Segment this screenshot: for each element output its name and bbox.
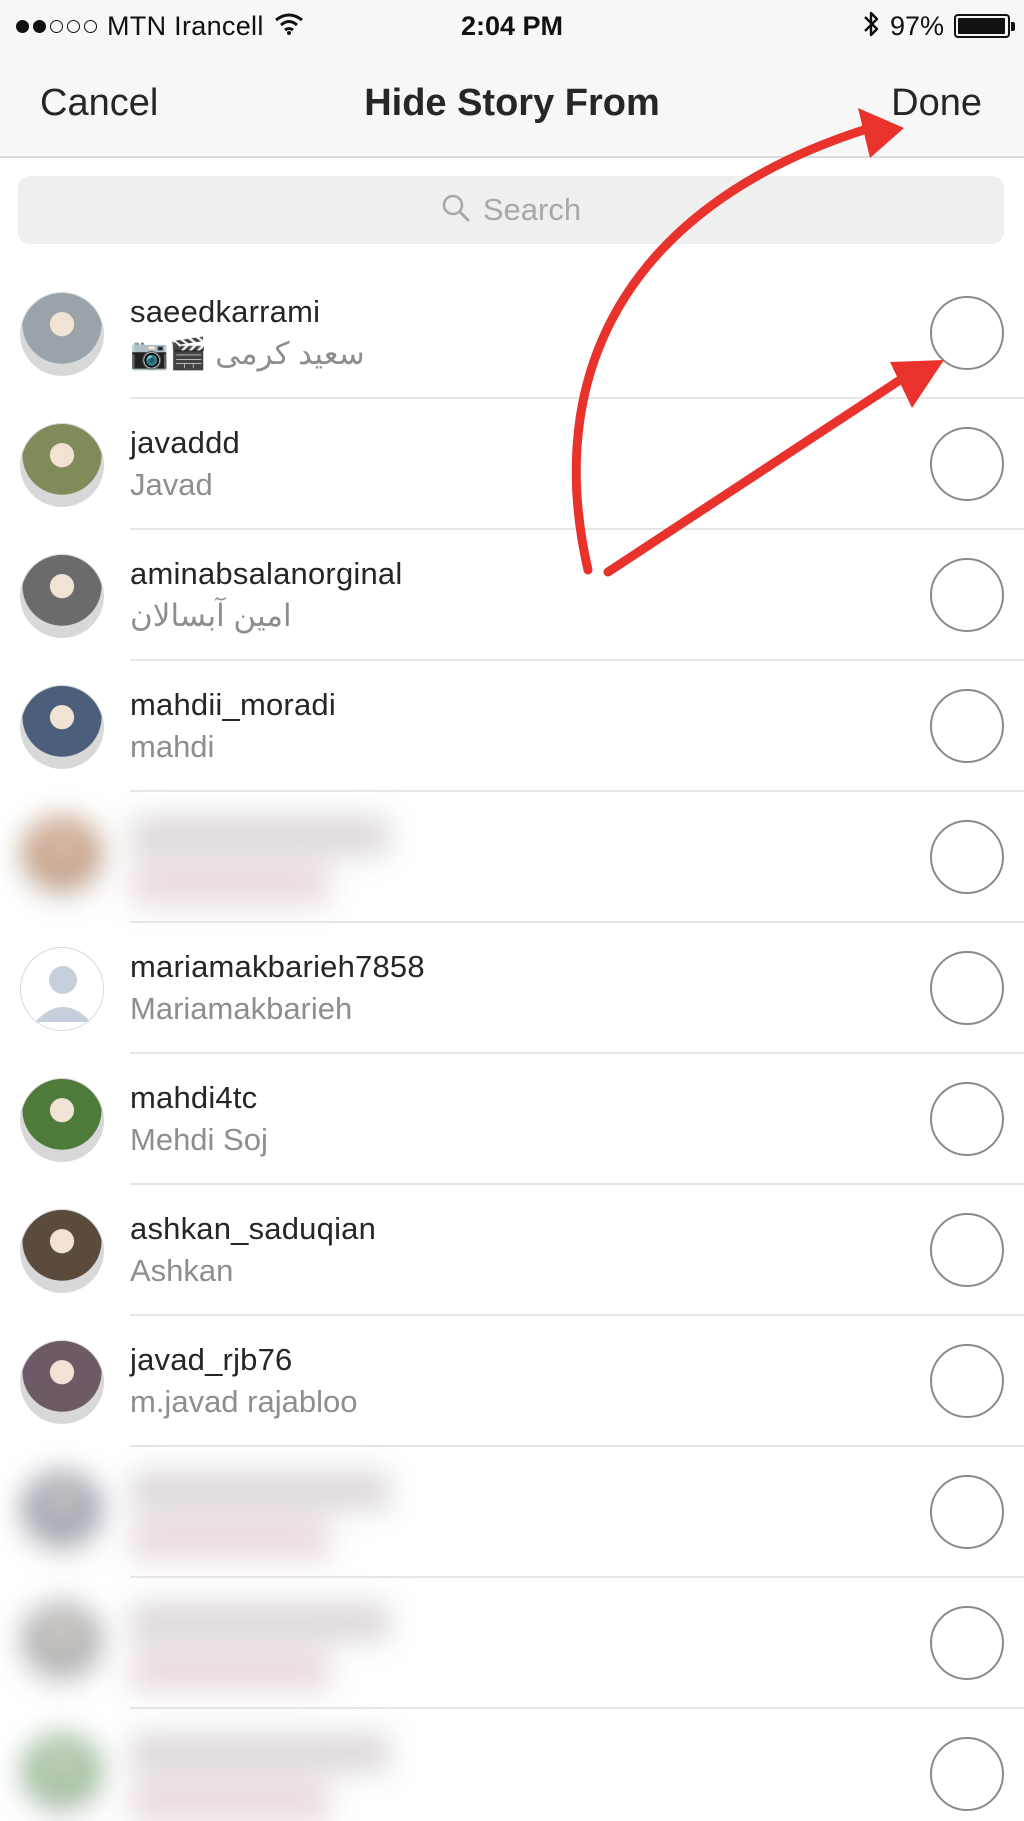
full-name: m.javad rajabloo	[130, 1380, 357, 1424]
nav-bar: Cancel Hide Story From Done	[0, 52, 1024, 158]
full-name-text: Mariamakbarieh	[130, 991, 353, 1026]
list-item[interactable]	[0, 1709, 1024, 1821]
user-names: javaddd Javad	[130, 423, 240, 507]
list-item[interactable]	[0, 1578, 1024, 1709]
battery-icon	[954, 14, 1015, 38]
avatar	[20, 1340, 104, 1424]
status-bar: MTN Irancell 2:04 PM 97%	[0, 0, 1024, 52]
battery-percent: 97%	[889, 10, 944, 41]
avatar	[20, 554, 104, 638]
select-toggle[interactable]	[930, 951, 1004, 1025]
full-name: Mariamakbarieh	[130, 987, 425, 1031]
select-toggle[interactable]	[930, 1606, 1004, 1680]
full-name-text: Javad	[130, 467, 213, 502]
list-item[interactable]	[0, 792, 1024, 923]
username: saeedkarrami	[130, 294, 321, 329]
full-name-text: امین آبسالان	[130, 598, 292, 633]
full-name-text: mahdi	[130, 729, 215, 764]
avatar	[20, 1209, 104, 1293]
user-names: mahdi4tc Mehdi Soj	[130, 1078, 268, 1162]
search-icon	[441, 193, 471, 228]
select-toggle[interactable]	[930, 296, 1004, 370]
list-item[interactable]: mahdii_moradimahdi	[0, 661, 1024, 792]
full-name: Ashkan	[130, 1249, 376, 1293]
list-item[interactable]	[0, 1447, 1024, 1578]
emoji-icons: 📷🎬	[130, 336, 208, 371]
user-names	[130, 1471, 390, 1561]
avatar	[20, 423, 104, 507]
username: javaddd	[130, 425, 240, 460]
full-name-text: Ashkan	[130, 1253, 234, 1288]
select-toggle[interactable]	[930, 1082, 1004, 1156]
list-item[interactable]: aminabsalanorginal امین آبسالان	[0, 530, 1024, 661]
bluetooth-icon	[862, 9, 880, 44]
user-names: aminabsalanorginal امین آبسالان	[130, 554, 402, 638]
select-toggle[interactable]	[930, 820, 1004, 894]
full-name	[130, 1648, 330, 1692]
avatar	[20, 292, 104, 376]
select-toggle[interactable]	[930, 427, 1004, 501]
done-button[interactable]: Done	[891, 82, 982, 125]
user-names	[130, 816, 390, 906]
user-names: javad_rjb76 m.javad rajabloo	[130, 1340, 357, 1424]
search-bar[interactable]: Search	[18, 176, 1004, 244]
list-item[interactable]: mariamakbarieh7858 Mariamakbarieh	[0, 923, 1024, 1054]
full-name: امین آبسالان	[130, 594, 402, 638]
user-names: mariamakbarieh7858 Mariamakbarieh	[130, 947, 425, 1031]
username: mahdii_moradi	[130, 687, 336, 722]
select-toggle[interactable]	[930, 1213, 1004, 1287]
list-item[interactable]: mahdi4tc Mehdi Soj	[0, 1054, 1024, 1185]
avatar	[20, 816, 104, 900]
full-name: mahdi	[130, 725, 336, 769]
username: mariamakbarieh7858	[130, 949, 425, 984]
search-inner: Search	[441, 192, 581, 228]
username: aminabsalanorginal	[130, 556, 403, 591]
full-name: Javad	[130, 463, 240, 507]
user-names	[130, 1602, 390, 1692]
full-name: 📷🎬 سعید کرمی	[130, 332, 365, 376]
username	[130, 1602, 390, 1642]
full-name: Mehdi Soj	[130, 1118, 268, 1162]
username	[130, 1471, 390, 1511]
cancel-button[interactable]: Cancel	[40, 82, 158, 125]
list-item[interactable]: javad_rjb76 m.javad rajabloo	[0, 1316, 1024, 1447]
user-list: saeedkarrami 📷🎬 سعید کرمی javaddd Javad amina…	[0, 268, 1024, 1821]
user-names: ashkan_saduqian Ashkan	[130, 1209, 376, 1293]
avatar	[20, 1733, 104, 1817]
battery-fill	[958, 18, 1005, 34]
avatar	[20, 685, 104, 769]
username	[130, 816, 390, 856]
username	[130, 1733, 390, 1773]
user-names: mahdii_moradimahdi	[130, 685, 336, 769]
select-toggle[interactable]	[930, 558, 1004, 632]
full-name	[130, 1779, 330, 1821]
select-toggle[interactable]	[930, 1475, 1004, 1549]
status-right: 97%	[862, 8, 1015, 44]
user-names	[130, 1733, 390, 1821]
username: mahdi4tc	[130, 1080, 258, 1115]
full-name	[130, 862, 330, 906]
default-avatar-icon	[22, 949, 103, 1030]
battery-cap	[1011, 22, 1015, 31]
select-toggle[interactable]	[930, 1737, 1004, 1811]
user-names: saeedkarrami 📷🎬 سعید کرمی	[130, 292, 365, 376]
avatar	[20, 947, 104, 1031]
select-toggle[interactable]	[930, 689, 1004, 763]
avatar	[20, 1602, 104, 1686]
list-item[interactable]: saeedkarrami 📷🎬 سعید کرمی	[0, 268, 1024, 399]
avatar	[20, 1471, 104, 1555]
username: ashkan_saduqian	[130, 1211, 377, 1246]
username: javad_rjb76	[130, 1342, 293, 1377]
full-name-text: Mehdi Soj	[130, 1122, 268, 1157]
avatar	[20, 1078, 104, 1162]
select-toggle[interactable]	[930, 1344, 1004, 1418]
full-name-text: سعید کرمی	[215, 336, 365, 371]
search-input[interactable]: Search	[483, 192, 581, 228]
full-name-text: m.javad rajabloo	[130, 1384, 358, 1419]
list-item[interactable]: ashkan_saduqian Ashkan	[0, 1185, 1024, 1316]
full-name	[130, 1517, 330, 1561]
list-item[interactable]: javaddd Javad	[0, 399, 1024, 530]
